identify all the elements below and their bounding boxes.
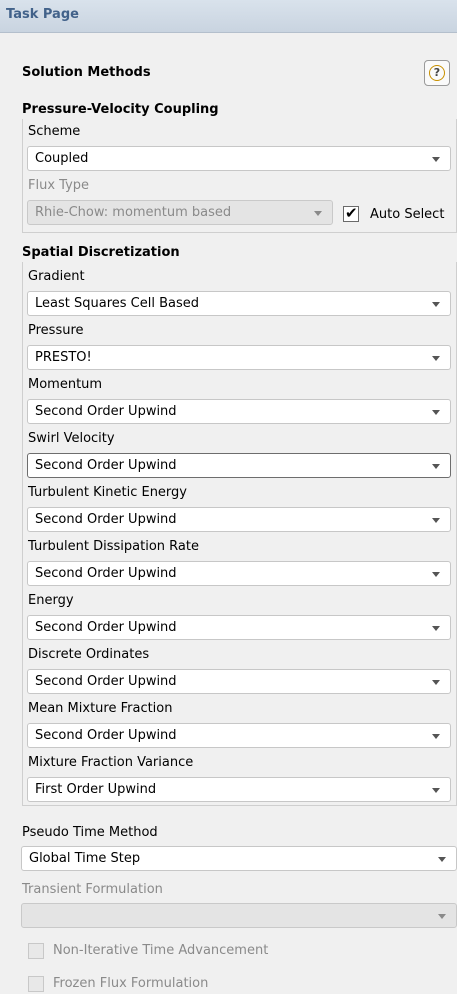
chevron-down-icon [432,680,440,685]
chevron-down-icon [314,211,322,216]
non-iterative-label: Non-Iterative Time Advancement [53,943,269,958]
scheme-value: Coupled [35,151,89,166]
transient-label: Transient Formulation [22,882,163,897]
help-button[interactable]: ? [424,60,450,86]
chevron-down-icon [432,410,440,415]
chevron-down-icon [432,157,440,162]
discrete-ordinates-label: Discrete Ordinates [28,647,150,662]
page-title: Solution Methods [22,65,151,80]
pressure-label: Pressure [28,323,84,338]
chevron-down-icon [432,734,440,739]
flux-type-label: Flux Type [28,178,90,193]
scheme-label: Scheme [28,124,81,139]
flux-type-value: Rhie-Chow: momentum based [35,205,232,220]
mean-mixture-fraction-value: Second Order Upwind [35,728,177,743]
pvc-section-title: Pressure-Velocity Coupling [22,102,219,117]
auto-select-label: Auto Select [370,207,445,222]
turbulent-dissipation-rate-dropdown[interactable]: Second Order Upwind [27,561,451,586]
energy-label: Energy [28,593,74,608]
gradient-label: Gradient [28,269,85,284]
frozen-flux-label: Frozen Flux Formulation [53,976,209,991]
discrete-ordinates-value: Second Order Upwind [35,674,177,689]
turbulent-kinetic-energy-dropdown[interactable]: Second Order Upwind [27,507,451,532]
discrete-ordinates-dropdown[interactable]: Second Order Upwind [27,669,451,694]
task-page-title: Task Page [6,7,79,22]
flux-type-dropdown[interactable]: Rhie-Chow: momentum based [27,200,333,225]
auto-select-checkbox[interactable]: ✔ [343,204,359,222]
spatial-section-title: Spatial Discretization [22,245,180,260]
chevron-down-icon [432,572,440,577]
chevron-down-icon [438,857,446,862]
chevron-down-icon [432,356,440,361]
chevron-down-icon [432,464,440,469]
chevron-down-icon [432,302,440,307]
momentum-label: Momentum [28,377,103,392]
momentum-dropdown[interactable]: Second Order Upwind [27,399,451,424]
pseudo-time-label: Pseudo Time Method [22,825,158,840]
turbulent-dissipation-rate-label: Turbulent Dissipation Rate [28,539,199,554]
chevron-down-icon [438,914,446,919]
gradient-dropdown[interactable]: Least Squares Cell Based [27,291,451,316]
pressure-value: PRESTO! [35,350,92,365]
swirl-velocity-value: Second Order Upwind [35,458,177,473]
mixture-fraction-variance-value: First Order Upwind [35,782,157,797]
frozen-flux-checkbox[interactable] [28,976,44,992]
chevron-down-icon [432,518,440,523]
pressure-dropdown[interactable]: PRESTO! [27,345,451,370]
scheme-dropdown[interactable]: Coupled [27,146,451,171]
help-icon: ? [429,65,445,81]
non-iterative-checkbox[interactable] [28,943,44,959]
checkmark-icon: ✔ [345,204,358,222]
momentum-value: Second Order Upwind [35,404,177,419]
mean-mixture-fraction-dropdown[interactable]: Second Order Upwind [27,723,451,748]
turbulent-kinetic-energy-value: Second Order Upwind [35,512,177,527]
swirl-velocity-label: Swirl Velocity [28,431,115,446]
turbulent-dissipation-rate-value: Second Order Upwind [35,566,177,581]
task-page-header: Task Page [0,0,457,33]
pseudo-time-value: Global Time Step [29,851,141,866]
pseudo-time-dropdown[interactable]: Global Time Step [21,846,457,871]
chevron-down-icon [432,626,440,631]
mixture-fraction-variance-label: Mixture Fraction Variance [28,755,194,770]
swirl-velocity-dropdown[interactable]: Second Order Upwind [27,453,451,478]
gradient-value: Least Squares Cell Based [35,296,199,311]
energy-value: Second Order Upwind [35,620,177,635]
mean-mixture-fraction-label: Mean Mixture Fraction [28,701,173,716]
turbulent-kinetic-energy-label: Turbulent Kinetic Energy [28,485,187,500]
transient-dropdown[interactable] [21,903,457,928]
energy-dropdown[interactable]: Second Order Upwind [27,615,451,640]
chevron-down-icon [432,788,440,793]
mixture-fraction-variance-dropdown[interactable]: First Order Upwind [27,777,451,802]
